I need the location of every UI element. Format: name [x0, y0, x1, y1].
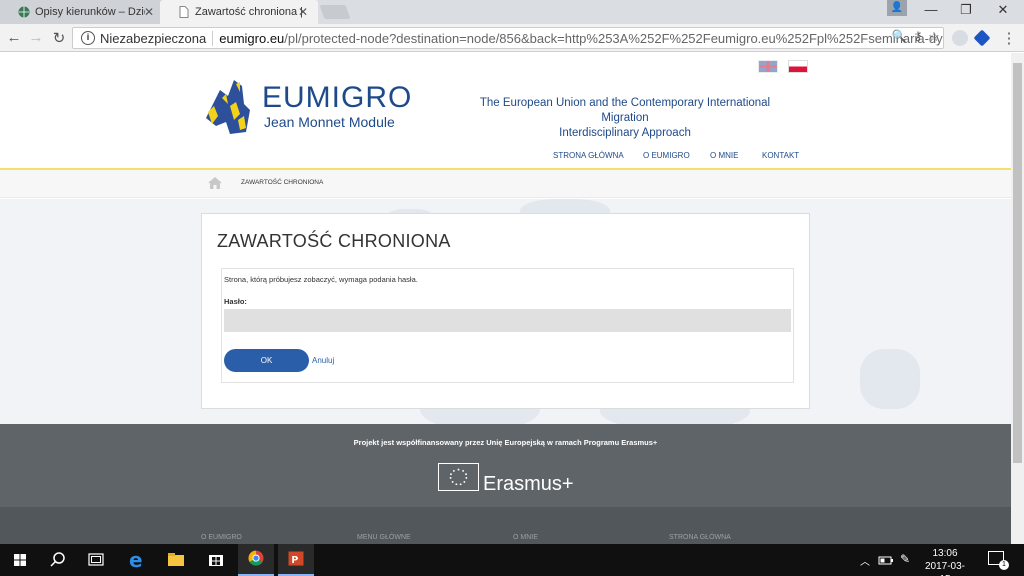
menu-item-o-eumigro[interactable]: O EUMIGRO — [643, 151, 690, 160]
bookmark-star-icon[interactable]: ☆ — [924, 29, 944, 45]
task-view-icon[interactable] — [78, 544, 114, 576]
url-path: /pl/protected-node?destination=node/856&… — [284, 30, 944, 46]
chrome-icon[interactable] — [238, 544, 274, 576]
zoom-search-icon[interactable]: 🔍 — [889, 29, 909, 43]
tab-title: Opisy kierunków – Dziek — [35, 6, 145, 18]
cancel-link[interactable]: Anuluj — [312, 356, 334, 365]
menu-item-strona-glowna[interactable]: STRONA GŁÓWNA — [553, 151, 624, 160]
language-switcher — [758, 60, 808, 73]
page-icon — [179, 6, 189, 18]
url-host: eumigro.eu — [219, 30, 285, 46]
new-tab-button[interactable] — [319, 5, 351, 19]
protected-content-card: ZAWARTOŚĆ CHRONIONA Strona, którą próbuj… — [201, 213, 810, 409]
menu-item-o-mnie[interactable]: O MNIE — [710, 151, 738, 160]
clock-date: 2017-03-15 — [924, 561, 966, 576]
erasmus-plus-logo: Erasmus+ — [483, 473, 574, 495]
footer-col-o-mnie[interactable]: O MNIE — [513, 534, 538, 541]
powerpoint-icon[interactable]: P — [278, 544, 314, 576]
search-icon[interactable] — [40, 544, 76, 576]
restore-icon[interactable]: ❐ — [951, 2, 981, 18]
page-scrollbar[interactable] — [1011, 53, 1024, 544]
svg-text:P: P — [291, 555, 298, 566]
password-required-message: Strona, którą próbujesz zobaczyć, wymaga… — [224, 275, 418, 284]
footer-col-strona-glowna[interactable]: STRONA GŁÓWNA — [669, 534, 731, 541]
notification-count-badge: 1 — [999, 560, 1009, 570]
funding-text: Projekt jest współfinansowany przez Unię… — [353, 438, 658, 447]
address-bar[interactable]: i Niezabezpieczona eumigro.eu /pl/protec… — [72, 27, 944, 49]
home-icon[interactable] — [208, 177, 222, 189]
tab-title: Zawartość chroniona | EU — [195, 6, 305, 18]
site-tagline: The European Union and the Contemporary … — [455, 96, 795, 141]
english-flag-icon[interactable] — [758, 60, 778, 73]
polish-flag-icon[interactable] — [788, 60, 808, 73]
clock-time: 13:06 — [932, 548, 958, 559]
extension-icon[interactable] — [973, 29, 991, 47]
back-icon[interactable]: ← — [4, 29, 24, 46]
file-explorer-icon[interactable] — [158, 544, 194, 576]
ok-button[interactable]: OK — [224, 349, 309, 372]
chevron-up-icon[interactable]: ︿ — [860, 553, 870, 568]
scrollbar-thumb[interactable] — [1013, 63, 1022, 463]
battery-icon[interactable] — [878, 554, 894, 566]
windows-start-icon[interactable] — [2, 544, 38, 576]
store-icon[interactable] — [198, 544, 234, 576]
footer-col-o-eumigro[interactable]: O EUMIGRO — [201, 534, 242, 541]
profile-icon[interactable]: 👤 — [887, 0, 907, 16]
security-label: Niezabezpieczona — [100, 30, 214, 46]
svg-text:e: e — [129, 548, 143, 572]
menu-item-kontakt[interactable]: KONTAKT — [762, 151, 799, 160]
footer-col-menu-glowne[interactable]: MENU GŁÓWNE — [357, 534, 411, 541]
globe-icon — [18, 6, 30, 18]
menu-icon[interactable]: ⋮ — [999, 29, 1019, 47]
info-icon[interactable]: i — [81, 31, 95, 45]
eu-stars-icon — [438, 463, 479, 491]
close-tab-icon[interactable]: ✕ — [144, 5, 154, 19]
tagline-line-2: Interdisciplinary Approach — [559, 127, 691, 139]
edge-browser-icon[interactable]: e — [118, 544, 154, 576]
password-form: Strona, którą próbujesz zobaczyć, wymaga… — [221, 268, 794, 383]
breadcrumb-current: ZAWARTOŚĆ CHRONIONA — [241, 179, 324, 186]
breadcrumb — [0, 170, 1011, 198]
reload-icon[interactable]: ↻ — [49, 29, 69, 47]
window-close-icon[interactable]: ✕ — [988, 2, 1018, 18]
skype-extension-icon[interactable] — [952, 30, 968, 46]
logo-name[interactable]: EUMIGRO — [262, 81, 412, 115]
footer-links-band — [0, 507, 1011, 544]
site-footer: Projekt jest współfinansowany przez Unię… — [0, 424, 1011, 544]
tagline-line-1: The European Union and the Contemporary … — [479, 97, 771, 124]
browser-tab-strip: Opisy kierunków – Dziek ✕ Zawartość chro… — [0, 0, 1024, 24]
pen-workspace-icon[interactable]: ✎ — [900, 552, 910, 566]
close-tab-icon[interactable]: ✕ — [298, 5, 308, 19]
tab-zawartosc-chroniona[interactable]: Zawartość chroniona | EU ✕ — [160, 0, 318, 24]
windows-taskbar: e P ︿ ✎ 13:06 2017-03-15 1 — [0, 544, 1024, 576]
web-page: EUMIGRO Jean Monnet Module The European … — [0, 53, 1011, 544]
password-label: Hasło: — [224, 297, 247, 306]
minimize-icon[interactable]: — — [916, 2, 946, 17]
forward-icon[interactable]: → — [26, 29, 46, 46]
system-clock[interactable]: 13:06 2017-03-15 — [920, 547, 970, 576]
page-title: ZAWARTOŚĆ CHRONIONA — [217, 231, 451, 251]
password-input[interactable] — [224, 309, 791, 332]
browser-toolbar: ← → ↻ i Niezabezpieczona eumigro.eu /pl/… — [0, 24, 1024, 52]
logo-subtitle: Jean Monnet Module — [264, 114, 395, 130]
tab-opisy-kierunkow[interactable]: Opisy kierunków – Dziek ✕ — [0, 0, 164, 24]
